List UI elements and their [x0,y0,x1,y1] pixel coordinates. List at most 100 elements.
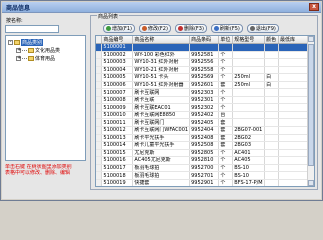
table-cell[interactable]: 2BG03 [232,141,266,150]
table-cell[interactable] [264,141,279,150]
table-row[interactable]: 5100016 AC405尤尼克斯 9952810 个 AC405 [96,156,314,165]
product-grid[interactable]: 商品编号 商品名称 商品条码 单位 规格型号 颜色 最低库 5100001 5100002 WY… [95,35,315,187]
table-cell[interactable]: 9952404 [189,126,220,135]
scroll-down-arrow[interactable] [308,180,314,186]
table-cell[interactable]: AC405尤尼克斯 [132,156,191,165]
table-cell[interactable]: 5100013 [101,134,134,143]
table-cell[interactable] [264,96,279,105]
table-cell[interactable] [232,96,266,105]
table-row[interactable]: 5100010 刷卡互联网E8850 9952402 台 [96,111,314,120]
table-cell[interactable]: BS-10 [232,164,266,173]
table-cell[interactable]: 个 [218,179,234,186]
table-cell[interactable]: 白 [264,73,279,82]
table-cell[interactable]: WY-100 彩色红外 [132,51,191,60]
table-cell[interactable]: 5100019 [101,179,134,186]
column-header[interactable]: 商品名称 [132,36,191,44]
column-header[interactable]: 规格型号 [232,36,266,44]
table-cell[interactable]: 白 [264,81,279,90]
table-cell[interactable]: 套 [218,81,234,90]
scroll-thumb[interactable] [308,44,314,166]
table-cell[interactable]: 5100015 [101,149,134,158]
table-cell[interactable]: 9952581 [189,51,220,60]
table-row[interactable]: 5100002 WY-100 彩色红外 9952581 个 [96,51,314,60]
table-cell[interactable]: 5100018 [101,171,134,180]
table-row[interactable]: 5100015 尤尼克斯 9952805 个 AC401 [96,149,314,158]
table-cell[interactable] [264,126,279,135]
table-row[interactable]: 5100006 WY10-51 红外对射器 9952601 套 250ml 白 [96,81,314,90]
column-header[interactable]: 商品条码 [189,36,220,44]
table-cell[interactable]: 套 [218,141,234,150]
table-row[interactable]: 5100013 刷卡平光扶手 9952408 套 2BG02 [96,134,314,143]
table-cell[interactable]: 9952701 [189,171,220,180]
tree-node[interactable]: + 文化用品类 [16,47,60,54]
table-cell[interactable] [264,43,279,52]
table-cell[interactable] [232,88,266,97]
expand-icon[interactable]: + [16,48,21,53]
table-cell[interactable]: 个 [218,96,234,105]
collapse-icon[interactable]: - [8,40,13,45]
table-cell[interactable]: 9952558 [189,66,220,75]
table-cell[interactable]: 5100016 [101,156,134,165]
table-cell[interactable]: 个 [218,66,234,75]
table-cell[interactable]: 5100008 [101,96,134,105]
table-cell[interactable]: 5100014 [101,141,134,150]
table-cell[interactable]: 9952303 [189,88,220,97]
table-cell[interactable]: 尤尼克斯 [132,149,191,158]
table-cell[interactable] [264,156,279,165]
table-row[interactable]: 5100001 [96,43,314,52]
table-cell[interactable]: 2BG07-001 [232,126,266,135]
table-cell[interactable]: 250ml [232,81,266,90]
table-cell[interactable] [232,111,266,120]
table-cell[interactable]: 5100009 [101,103,134,112]
table-cell[interactable]: 5100011 [101,118,134,127]
tree-node[interactable]: + 体育用品 [16,55,55,62]
table-cell[interactable]: 个 [218,73,234,82]
table-row[interactable]: 5100005 WY10-51 卡头 9952569 个 250ml 白 [96,73,314,82]
exit-button[interactable]: 退出(F9) [246,24,279,33]
table-row[interactable]: 5100009 刷卡互联EAC01 9952302 个 [96,103,314,112]
add-button[interactable]: 增加(F1) [103,24,135,33]
table-cell[interactable]: 5100001 [101,43,134,52]
delete-button[interactable]: 删除(F3) [174,24,207,33]
table-cell[interactable]: 9952805 [189,149,220,158]
table-cell[interactable]: 刷卡互联 [132,96,191,105]
table-cell[interactable]: 个 [218,58,234,67]
table-cell[interactable] [264,66,279,75]
table-cell[interactable]: 套 [218,134,234,143]
expand-icon[interactable]: + [16,56,21,61]
table-cell[interactable]: WY10-51 卡头 [132,73,191,82]
table-cell[interactable] [264,58,279,67]
table-cell[interactable]: 9952569 [189,73,220,82]
table-cell[interactable]: BS-10 [232,171,266,180]
table-row[interactable]: 5100003 WY10-31 红外对射 9952556 个 [96,58,314,67]
table-cell[interactable]: 2BG02 [232,134,266,143]
table-cell[interactable] [264,118,279,127]
table-cell[interactable]: 个 [218,149,234,158]
table-cell[interactable]: 板羽毛球拍 [132,164,191,173]
table-cell[interactable] [232,43,266,52]
table-cell[interactable] [264,171,279,180]
table-cell[interactable]: 刷卡互联网门WFAC001 [132,126,191,135]
table-cell[interactable] [264,149,279,158]
table-cell[interactable] [232,118,266,127]
table-cell[interactable] [189,43,220,52]
table-row[interactable]: 5100008 刷卡互联 9952301 个 [96,96,314,105]
table-cell[interactable]: 5100005 [101,73,134,82]
table-cell[interactable]: 9952700 [189,164,220,173]
table-cell[interactable]: 5100010 [101,111,134,120]
table-cell[interactable]: 9952408 [189,134,220,143]
table-row[interactable]: 5100018 板羽毛球拍 9952701 个 BS-10 [96,171,314,180]
vertical-scrollbar[interactable] [307,36,314,186]
table-cell[interactable]: 个 [218,51,234,60]
table-cell[interactable]: 9952301 [189,96,220,105]
table-cell[interactable]: 9952405 [189,118,220,127]
table-cell[interactable]: WY10-31 红外对射 [132,58,191,67]
table-cell[interactable]: 刷卡互联EAC01 [132,103,191,112]
table-cell[interactable]: BFS-17-P/M [232,179,266,186]
table-row[interactable]: 5100017 板羽毛球拍 9952700 个 BS-10 [96,164,314,173]
title-bar[interactable]: 商品信息 x [2,2,321,13]
table-cell[interactable] [264,134,279,143]
tree-node[interactable]: - 商品类别 [8,39,44,46]
table-row[interactable]: 5100012 刷卡互联网门WFAC001 9952404 套 2BG07-001 [96,126,314,135]
table-cell[interactable] [264,51,279,60]
